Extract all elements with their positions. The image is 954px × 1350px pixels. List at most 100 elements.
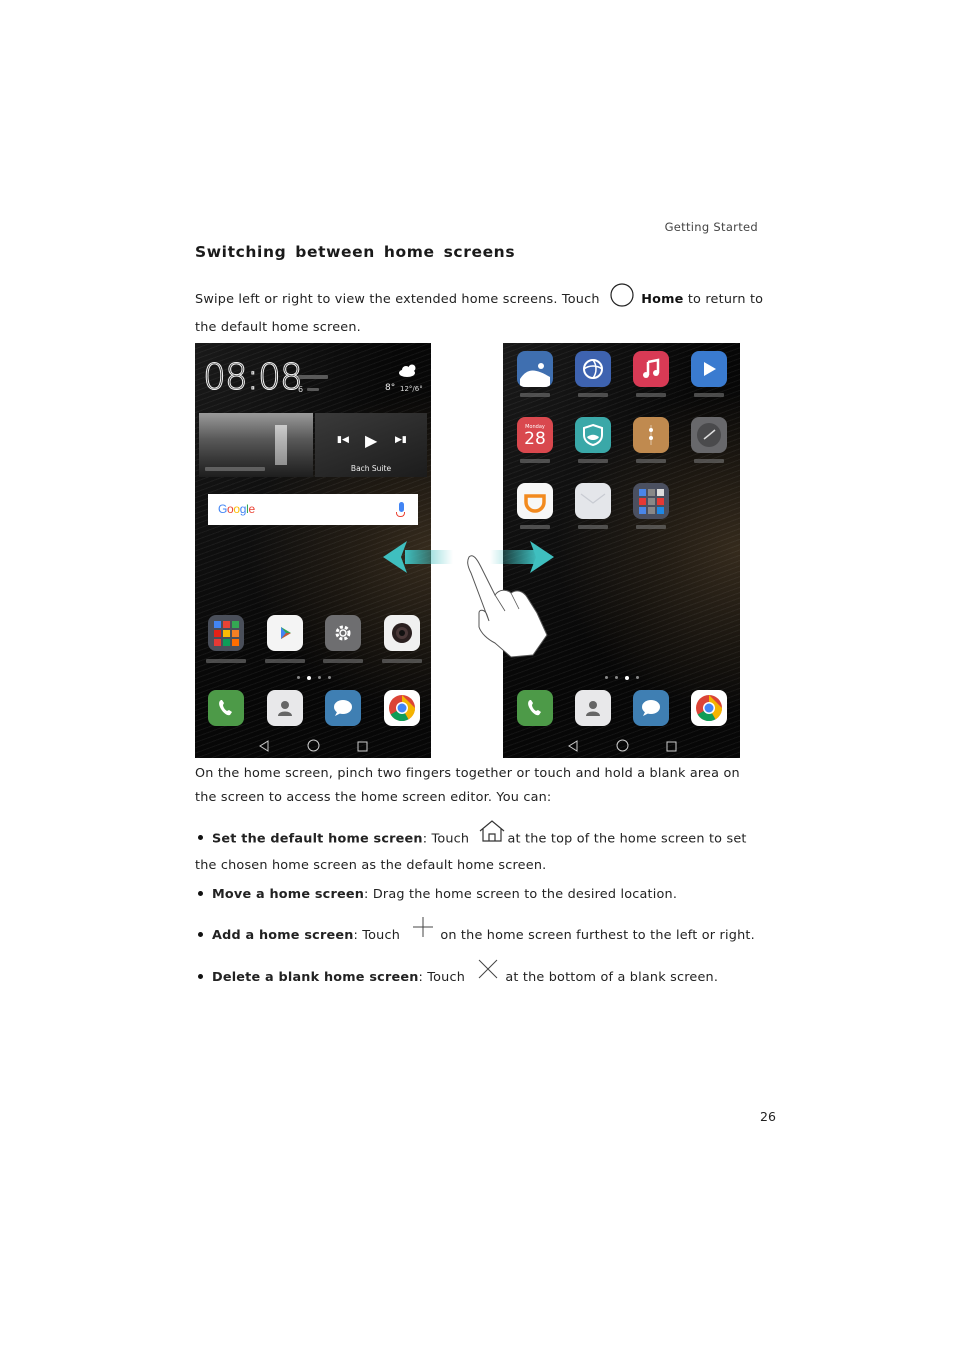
app-label-blurred bbox=[520, 393, 550, 397]
page-dot[interactable] bbox=[605, 676, 608, 679]
app-cell bbox=[575, 483, 611, 529]
app-label-blurred bbox=[520, 525, 550, 529]
google-logo: Google bbox=[218, 502, 255, 516]
intro-paragraph: Swipe left or right to view the extended… bbox=[195, 283, 765, 340]
editor-intro: On the home screen, pinch two fingers to… bbox=[195, 766, 740, 805]
date-day: 6 bbox=[298, 385, 304, 394]
bullet-bold: Move a home screen bbox=[212, 887, 365, 902]
photo-caption-blurred bbox=[205, 467, 265, 471]
recents-icon[interactable] bbox=[357, 737, 368, 756]
app-label-blurred bbox=[323, 659, 364, 663]
bullet-dot bbox=[198, 890, 203, 896]
plus-icon bbox=[412, 916, 434, 948]
google-search-bar[interactable]: Google bbox=[208, 494, 418, 525]
back-icon[interactable] bbox=[567, 737, 579, 756]
page-number: 26 bbox=[760, 1109, 776, 1124]
dock bbox=[208, 690, 420, 726]
calendar-date: 28 bbox=[524, 428, 546, 449]
running-head: Getting Started bbox=[664, 220, 758, 234]
app-cell bbox=[575, 417, 611, 463]
page-indicator bbox=[297, 675, 331, 680]
app-label-blurred bbox=[578, 459, 608, 463]
bullet-text: : Touch bbox=[353, 928, 401, 943]
weather-range: 12°/6° bbox=[400, 385, 423, 393]
settings-icon[interactable] bbox=[325, 615, 362, 651]
app-row bbox=[208, 615, 420, 651]
music-title: Bach Suite bbox=[350, 464, 392, 473]
app-cell bbox=[517, 483, 553, 529]
page-dot[interactable] bbox=[297, 676, 300, 679]
google-folder-icon[interactable] bbox=[208, 615, 244, 651]
app-cell bbox=[691, 417, 727, 463]
bullet-text: : Touch bbox=[418, 970, 466, 985]
app-label-blurred bbox=[520, 459, 550, 463]
app-cell bbox=[633, 417, 669, 463]
themes-icon[interactable] bbox=[575, 351, 611, 387]
previous-track-icon[interactable]: ▮◀ bbox=[337, 435, 349, 445]
circle-home-icon bbox=[610, 283, 634, 316]
messages-icon[interactable] bbox=[633, 690, 669, 726]
swipe-left-arrow-icon bbox=[383, 541, 407, 573]
page-dot[interactable] bbox=[615, 676, 618, 679]
email-icon[interactable] bbox=[575, 483, 611, 519]
home-nav-icon[interactable] bbox=[307, 737, 320, 756]
left-arrow-shaft bbox=[405, 550, 453, 564]
mic-stand bbox=[396, 512, 405, 517]
tools-folder-icon[interactable] bbox=[633, 483, 669, 519]
phone-icon[interactable] bbox=[517, 690, 553, 726]
recents-icon[interactable] bbox=[666, 737, 677, 756]
bullet-bold: Add a home screen bbox=[212, 928, 354, 943]
chrome-icon[interactable] bbox=[691, 690, 727, 726]
contacts-icon[interactable] bbox=[266, 690, 303, 726]
bullet-move: Move a home screen: Drag the home screen… bbox=[195, 882, 765, 908]
files-icon[interactable] bbox=[633, 417, 669, 453]
clock-icon[interactable] bbox=[691, 417, 727, 453]
page-dot[interactable] bbox=[328, 676, 331, 679]
bullet-bold: Delete a blank home screen bbox=[212, 970, 419, 985]
bullet-dot bbox=[198, 931, 203, 937]
app-label-blurred bbox=[694, 459, 724, 463]
chrome-icon[interactable] bbox=[383, 690, 420, 726]
page-dot[interactable] bbox=[636, 676, 639, 679]
app-label-blurred bbox=[381, 659, 422, 663]
messages-icon[interactable] bbox=[325, 690, 362, 726]
navigation-bar bbox=[195, 734, 431, 758]
back-icon[interactable] bbox=[258, 737, 270, 756]
camera-icon[interactable] bbox=[383, 615, 420, 651]
weather-cloud-icon bbox=[399, 364, 416, 377]
app-label-blurred bbox=[206, 659, 246, 663]
phone-manager-icon[interactable] bbox=[575, 417, 611, 453]
navigation-bar bbox=[503, 734, 740, 758]
app-label-blurred bbox=[578, 393, 608, 397]
phone-icon[interactable] bbox=[208, 690, 244, 726]
bullet-bold: Set the default home screen bbox=[212, 831, 423, 847]
app-cell: Monday 28 bbox=[517, 417, 553, 463]
mic-icon[interactable] bbox=[399, 502, 404, 512]
page-dot[interactable] bbox=[625, 675, 629, 680]
app-cell bbox=[575, 351, 611, 397]
contacts-icon[interactable] bbox=[575, 690, 611, 726]
calendar-icon[interactable]: Monday 28 bbox=[517, 417, 553, 453]
app-label-blurred bbox=[636, 393, 666, 397]
page-dot[interactable] bbox=[307, 675, 311, 680]
app-grid: Monday 28 bbox=[517, 351, 727, 529]
next-track-icon[interactable]: ▶▮ bbox=[395, 435, 407, 445]
app-cell bbox=[517, 351, 553, 397]
app-label-blurred bbox=[694, 393, 724, 397]
bullet-dot bbox=[198, 835, 203, 840]
home-nav-icon[interactable] bbox=[616, 737, 629, 756]
music-icon[interactable] bbox=[633, 351, 669, 387]
app-cell bbox=[633, 483, 669, 529]
home-label: Home bbox=[641, 292, 684, 307]
didi-icon[interactable] bbox=[517, 483, 553, 519]
videos-icon[interactable] bbox=[691, 351, 727, 387]
gallery-icon[interactable] bbox=[517, 351, 553, 387]
bullet-text: : Drag the home screen to the desired lo… bbox=[364, 887, 678, 902]
play-icon[interactable]: ▶ bbox=[365, 431, 377, 450]
page-indicator bbox=[605, 675, 639, 680]
page-dot[interactable] bbox=[318, 676, 321, 679]
weather-temp: 8° bbox=[385, 383, 396, 393]
play-store-icon[interactable] bbox=[266, 615, 303, 651]
section-title: Switching between home screens bbox=[195, 243, 516, 261]
bullet-add: Add a home screen: Touch on the home scr… bbox=[195, 916, 765, 949]
